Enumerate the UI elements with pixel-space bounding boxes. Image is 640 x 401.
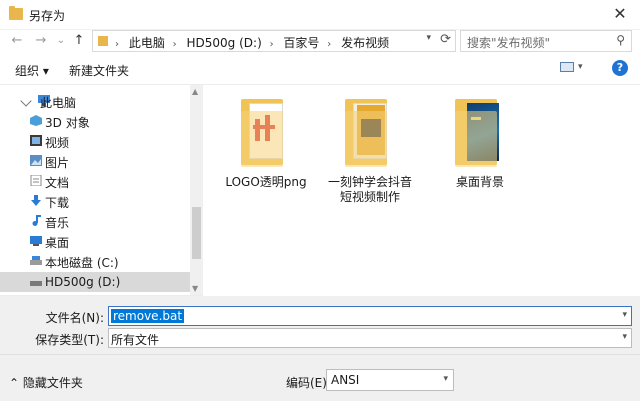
navigation-pane: 此电脑 3D 对象 视频 图片 文档 下载 音乐 桌面 本地磁盘 (C:) HD… — [0, 84, 203, 296]
sidebar-scrollbar[interactable]: ▲ ▼ — [190, 85, 203, 295]
chevron-right-icon[interactable]: › — [173, 39, 177, 50]
drive-icon — [30, 255, 42, 266]
sidebar-item-label: 文档 — [45, 176, 70, 190]
folder-item[interactable]: 桌面背景 — [437, 97, 523, 190]
search-input[interactable]: 搜索"发布视频" — [467, 34, 550, 51]
sidebar-item-pictures[interactable]: 图片 — [0, 151, 190, 171]
chevron-down-icon[interactable]: ▾ — [622, 332, 627, 342]
scrollbar-thumb[interactable] — [192, 207, 201, 259]
folder-name: LOGO透明png — [225, 175, 307, 189]
sidebar-item-label: 桌面 — [45, 236, 70, 250]
window-title: 另存为 — [29, 9, 66, 23]
folder-name: 桌面背景 — [455, 175, 504, 189]
filetype-select[interactable]: 所有文件 ▾ — [108, 328, 632, 348]
up-button[interactable]: ↑ — [70, 32, 88, 50]
sidebar-item-label: 本地磁盘 (C:) — [45, 256, 119, 270]
video-icon — [30, 135, 42, 146]
filename-row: 文件名(N): remove.bat ▾ — [0, 306, 640, 326]
chevron-down-icon[interactable]: ▾ — [622, 310, 627, 320]
folder-icon — [455, 97, 505, 167]
chevron-down-icon[interactable]: ▾ — [426, 33, 431, 43]
hide-folders-button[interactable]: ⌃ 隐藏文件夹 — [9, 374, 83, 391]
address-row: ← → ⌄ ↑ › 此电脑 › HD500g (D:) › 百家号 › 发布视频… — [0, 30, 640, 52]
sidebar-item-hd500g-d[interactable]: HD500g (D:) — [0, 272, 190, 292]
forward-button[interactable]: → — [32, 32, 50, 50]
sidebar-item-label: 下载 — [45, 196, 70, 210]
search-box[interactable]: 搜索"发布视频" ⚲ — [460, 30, 632, 52]
folder-item[interactable]: LOGO透明png — [223, 97, 309, 190]
save-form: 文件名(N): remove.bat ▾ 保存类型(T): 所有文件 ▾ — [0, 296, 640, 354]
chevron-right-icon[interactable]: › — [270, 39, 274, 50]
help-button[interactable]: ? — [612, 60, 628, 76]
sidebar-item-documents[interactable]: 文档 — [0, 171, 190, 191]
picture-icon — [30, 155, 42, 166]
sidebar-item-label: 此电脑 — [40, 96, 77, 110]
sidebar-item-downloads[interactable]: 下载 — [0, 191, 190, 211]
filetype-value: 所有文件 — [111, 333, 160, 347]
music-icon — [30, 215, 42, 226]
chevron-down-icon[interactable]: ▼ — [192, 284, 198, 293]
folder-icon — [98, 36, 108, 46]
sidebar-item-music[interactable]: 音乐 — [0, 211, 190, 231]
dialog-footer: ⌃ 隐藏文件夹 编码(E): ANSI ▾ — [0, 354, 640, 401]
sidebar-item-3d-objects[interactable]: 3D 对象 — [0, 111, 190, 131]
sidebar-item-this-pc[interactable]: 此电脑 — [0, 91, 190, 111]
chevron-down-icon[interactable] — [20, 95, 32, 107]
breadcrumb-drive-d[interactable]: HD500g (D:) — [187, 36, 262, 50]
address-bar[interactable]: › 此电脑 › HD500g (D:) › 百家号 › 发布视频 ▾ ⟳ — [92, 30, 456, 52]
folder-item[interactable]: 一刻钟学会抖音短视频制作 — [327, 97, 413, 205]
filetype-row: 保存类型(T): 所有文件 ▾ — [0, 328, 640, 348]
encoding-select[interactable]: ANSI ▾ — [326, 369, 454, 391]
title-bar: 另存为 ✕ — [0, 0, 640, 30]
encoding-value: ANSI — [331, 373, 360, 387]
filename-input[interactable]: remove.bat — [111, 309, 185, 323]
organize-button[interactable]: 组织 ▾ — [15, 62, 49, 79]
folder-icon — [9, 6, 23, 20]
breadcrumb-this-pc[interactable]: 此电脑 — [129, 36, 165, 50]
chevron-down-icon[interactable]: ▾ — [578, 62, 583, 72]
back-button[interactable]: ← — [8, 32, 26, 50]
chevron-right-icon[interactable]: › — [327, 39, 331, 50]
filename-label: 文件名(N): — [45, 311, 104, 325]
sidebar-item-label: 3D 对象 — [45, 116, 90, 130]
breadcrumb: › 此电脑 › HD500g (D:) › 百家号 › 发布视频 — [115, 34, 393, 51]
sidebar-item-desktop[interactable]: 桌面 — [0, 231, 190, 251]
breadcrumb-publish-video[interactable]: 发布视频 — [341, 36, 389, 50]
command-bar: 组织 ▾ 新建文件夹 ▾ ? — [0, 52, 640, 84]
desktop-icon — [30, 235, 42, 246]
download-icon — [30, 195, 42, 206]
view-options-icon[interactable] — [560, 62, 574, 72]
sidebar-item-local-disk-c[interactable]: 本地磁盘 (C:) — [0, 251, 190, 271]
sidebar-item-label: 图片 — [45, 156, 70, 170]
chevron-up-icon[interactable]: ▲ — [192, 87, 198, 96]
chevron-down-icon[interactable]: ▾ — [443, 374, 448, 384]
document-icon — [30, 174, 42, 187]
folder-icon — [241, 97, 291, 167]
file-list: LOGO透明png 一刻钟学会抖音短视频制作 桌面背景 — [203, 84, 640, 296]
drive-icon — [30, 276, 42, 287]
new-folder-button[interactable]: 新建文件夹 — [69, 62, 129, 79]
cube-icon — [30, 115, 42, 126]
search-icon[interactable]: ⚲ — [616, 33, 625, 47]
folder-name: 一刻钟学会抖音短视频制作 — [327, 175, 412, 204]
sidebar-item-videos[interactable]: 视频 — [0, 131, 190, 151]
sidebar-item-label: 音乐 — [45, 216, 70, 230]
breadcrumb-baijiahao[interactable]: 百家号 — [283, 36, 319, 50]
sidebar-item-label: HD500g (D:) — [45, 275, 121, 289]
recent-locations-button[interactable]: ⌄ — [52, 32, 70, 50]
filename-field[interactable]: remove.bat ▾ — [108, 306, 632, 326]
encoding-label: 编码(E): — [286, 376, 331, 390]
filetype-label: 保存类型(T): — [35, 333, 104, 347]
close-button[interactable]: ✕ — [600, 0, 640, 30]
folder-icon — [345, 97, 395, 167]
refresh-icon[interactable]: ⟳ — [440, 32, 451, 47]
chevron-right-icon[interactable]: › — [115, 39, 119, 50]
sidebar-item-label: 视频 — [45, 136, 70, 150]
